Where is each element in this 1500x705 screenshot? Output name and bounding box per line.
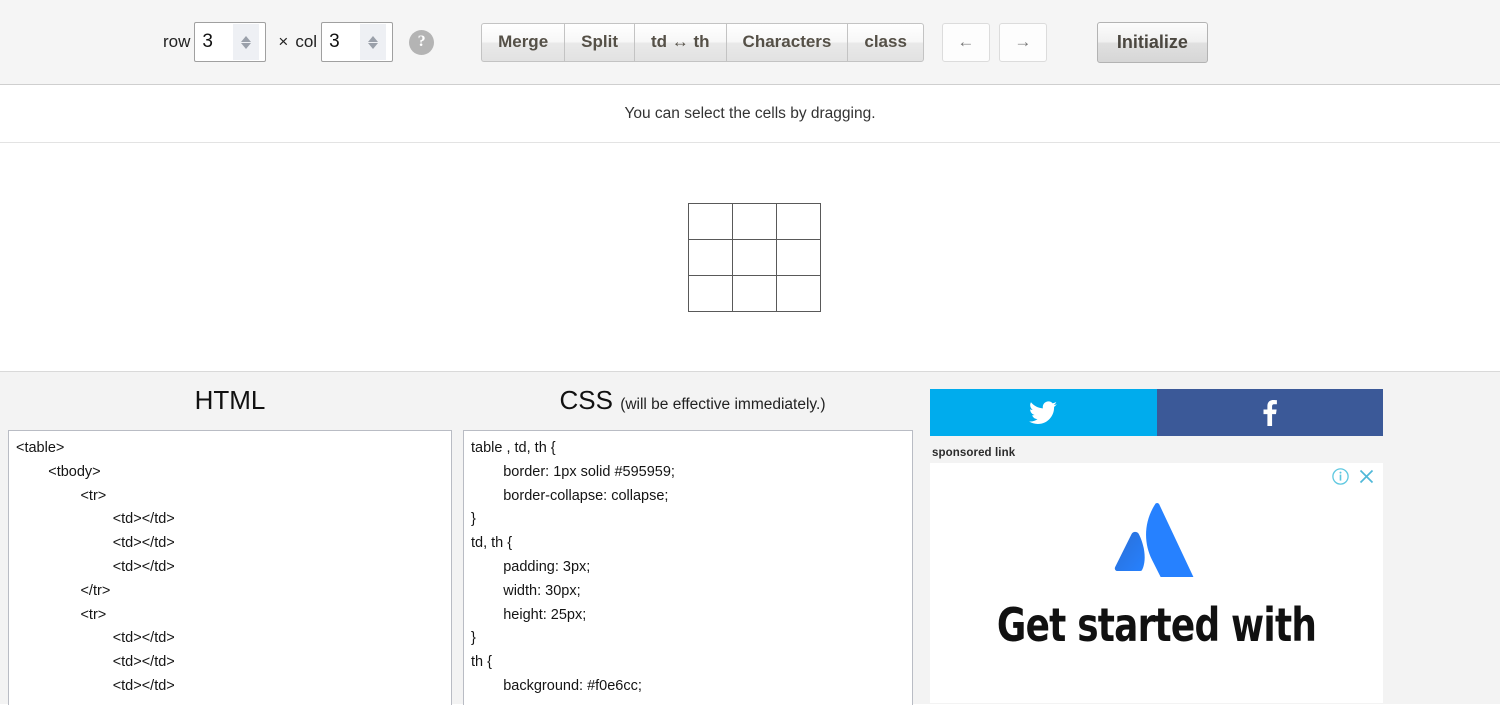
table-preview-area[interactable]	[0, 143, 1500, 372]
times-symbol: ×	[278, 32, 289, 51]
row-stepper[interactable]	[194, 22, 267, 62]
close-x-icon	[1359, 469, 1374, 484]
arrow-left-icon[interactable]: ←	[941, 22, 990, 62]
col-input[interactable]	[322, 24, 361, 60]
ad-controls	[1332, 468, 1375, 489]
chevron-down-icon[interactable]	[241, 42, 252, 49]
arrow-right-icon[interactable]: →	[998, 22, 1047, 62]
ad-info-icon[interactable]	[1332, 468, 1349, 489]
preview-table-cell[interactable]	[731, 238, 777, 276]
twitter-icon	[1029, 400, 1058, 424]
row-label: row	[163, 32, 191, 51]
html-panel: HTML <table> <tbody> <tr> <td></td> <td>…	[0, 372, 460, 705]
initialize-button[interactable]: Initialize	[1096, 21, 1208, 63]
preview-table-cell[interactable]	[687, 274, 733, 312]
preview-table-row[interactable]	[687, 274, 821, 312]
action-button-group: Merge Split td ↔ th Characters class	[481, 22, 924, 62]
html-title-text: HTML	[194, 385, 266, 415]
preview-table-cell[interactable]	[775, 274, 821, 312]
sidebar-column: sponsored link Get started with	[930, 372, 1500, 704]
preview-table-row[interactable]	[687, 202, 821, 240]
merge-button[interactable]: Merge	[481, 22, 565, 62]
characters-button[interactable]: Characters	[725, 22, 848, 62]
preview-table-cell[interactable]	[687, 238, 733, 276]
info-circle-icon	[1332, 468, 1349, 485]
preview-table-cell[interactable]	[731, 202, 777, 240]
history-buttons: ← →	[941, 22, 1047, 62]
css-code-editor[interactable]: table , td, th { border: 1px solid #5959…	[463, 430, 913, 705]
atlassian-logo-icon	[1114, 503, 1193, 577]
preview-table-cell[interactable]	[775, 202, 821, 240]
css-title-subtitle: (will be effective immediately.)	[620, 396, 826, 413]
html-code-editor[interactable]: <table> <tbody> <tr> <td></td> <td></td>…	[8, 430, 452, 705]
td-th-toggle-button[interactable]: td ↔ th	[634, 22, 726, 62]
preview-table-cell[interactable]	[687, 202, 733, 240]
sponsored-link-label: sponsored link	[932, 447, 1016, 459]
help-icon[interactable]: ?	[409, 29, 435, 55]
hint-row: You can select the cells by dragging.	[0, 85, 1500, 143]
facebook-icon	[1263, 399, 1277, 426]
ad-close-icon[interactable]	[1358, 468, 1375, 489]
chevron-up-icon[interactable]	[368, 35, 379, 42]
col-stepper[interactable]	[321, 22, 394, 62]
preview-table-cell[interactable]	[731, 274, 777, 312]
css-title-text: CSS	[559, 385, 613, 415]
col-spinner-buttons[interactable]	[360, 24, 387, 60]
row-input[interactable]	[195, 24, 234, 60]
ad-headline: Get started with	[996, 598, 1317, 652]
editors-section: HTML <table> <tbody> <tr> <td></td> <td>…	[0, 372, 1500, 705]
twitter-share-button[interactable]	[930, 389, 1157, 436]
col-label: col	[295, 32, 318, 51]
preview-table-cell[interactable]	[775, 238, 821, 276]
row-spinner-buttons[interactable]	[233, 24, 260, 60]
css-panel-title: CSS (will be effective immediately.)	[460, 372, 925, 413]
chevron-down-icon[interactable]	[368, 42, 379, 49]
preview-table-body	[687, 202, 821, 312]
hint-text: You can select the cells by dragging.	[624, 104, 876, 122]
class-button[interactable]: class	[847, 22, 924, 62]
top-toolbar: row × col ? Merge Split td ↔ th Characte…	[0, 0, 1500, 85]
split-button[interactable]: Split	[564, 22, 634, 62]
html-panel-title: HTML	[0, 372, 460, 413]
chevron-up-icon[interactable]	[241, 35, 252, 42]
preview-table-row[interactable]	[687, 238, 821, 276]
facebook-share-button[interactable]	[1156, 389, 1383, 436]
css-panel: CSS (will be effective immediately.) tab…	[460, 372, 925, 705]
social-share-row	[930, 389, 1383, 436]
preview-table[interactable]	[687, 202, 821, 312]
advertisement-box[interactable]: Get started with	[930, 463, 1383, 703]
